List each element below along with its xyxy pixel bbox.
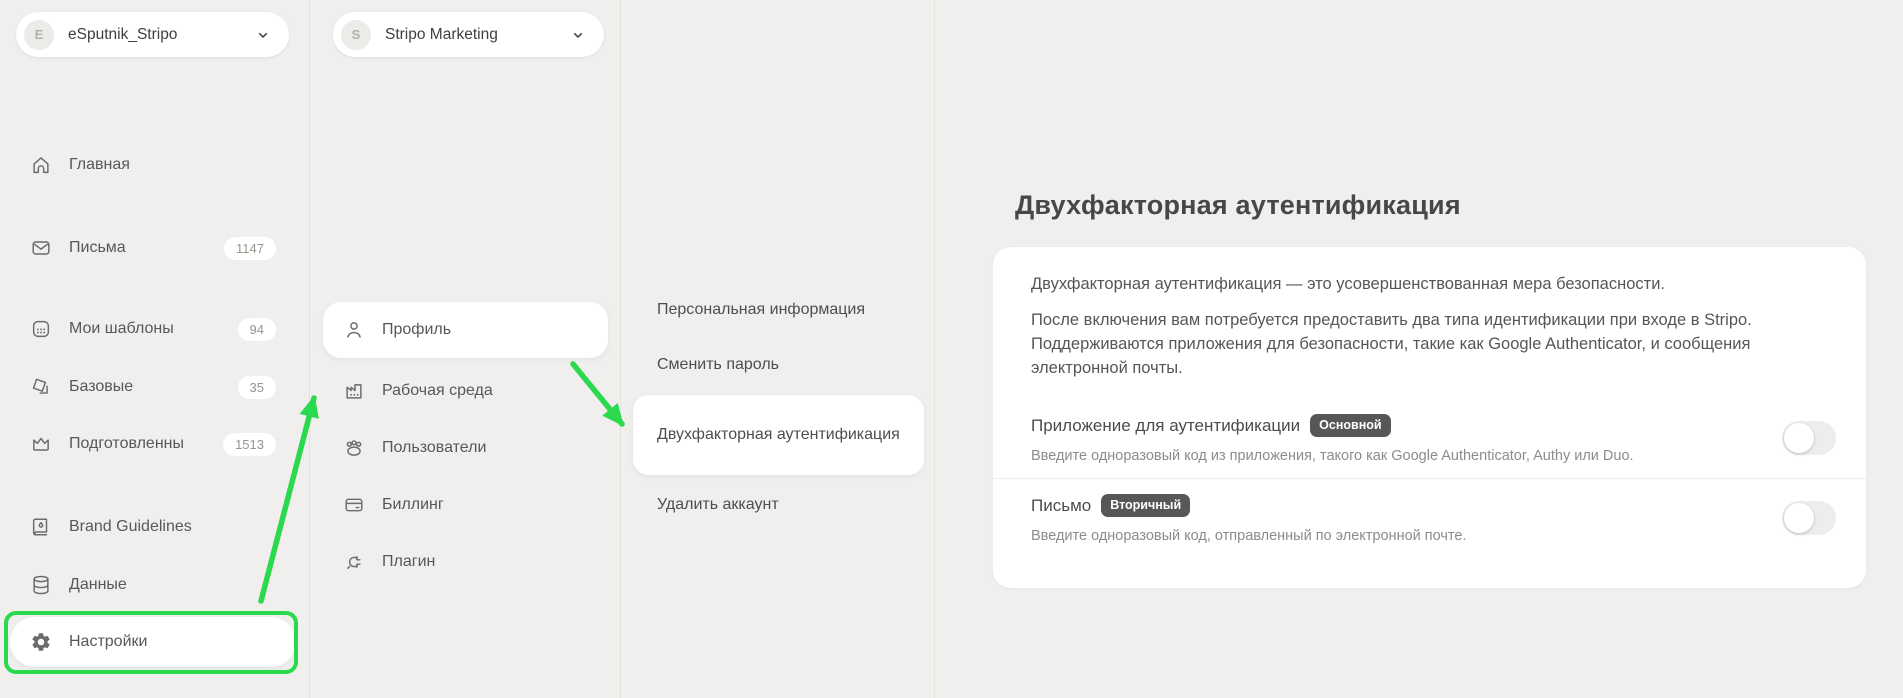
auth-app-option-text: Приложение для аутентификации Основной В… — [1031, 413, 1634, 464]
auth-app-option-title: Приложение для аутентификации — [1031, 415, 1301, 435]
sidebar-item-label: Главная — [69, 156, 130, 173]
workspace-icon — [343, 380, 365, 402]
sidebar-item-emails[interactable]: Письма 1147 — [10, 224, 296, 272]
sidebar-item-label: Данные — [69, 576, 127, 593]
toggle-knob — [1784, 423, 1814, 454]
main-content: Двухфакторная аутентификация Двухфакторн… — [935, 0, 1903, 698]
two-factor-card: Двухфакторная аутентификация — это усове… — [993, 247, 1866, 588]
two-factor-intro: Двухфакторная аутентификация — это усове… — [993, 247, 1866, 381]
settings-item-profile[interactable]: Профиль — [323, 302, 608, 358]
auth-app-toggle[interactable] — [1782, 421, 1836, 456]
plugin-icon — [343, 551, 365, 573]
profile-nav: Персональная информация Сменить пароль Д… — [633, 0, 924, 527]
user-icon — [343, 319, 365, 341]
intro-paragraph-1: Двухфакторная аутентификация — это усове… — [1031, 275, 1665, 293]
profile-item-change-password[interactable]: Сменить пароль — [633, 343, 924, 387]
billing-card-icon — [343, 494, 365, 516]
profile-item-two-factor[interactable]: Двухфакторная аутентификация — [633, 395, 924, 475]
settings-item-label: Профиль — [382, 321, 452, 338]
count-badge: 1147 — [224, 236, 276, 260]
profile-item-label: Персональная информация — [657, 301, 866, 318]
count-badge: 94 — [237, 317, 276, 341]
sidebar-item-label: Настройки — [69, 633, 148, 650]
profile-item-personal-info[interactable]: Персональная информация — [633, 288, 924, 332]
primary-role-badge: Основной — [1310, 414, 1391, 438]
sidebar-item-label: Мои шаблоны — [69, 320, 174, 337]
sidebar-item-label: Базовые — [69, 378, 134, 395]
email-option-title: Письмо — [1031, 495, 1092, 515]
sidebar-item-settings[interactable]: Настройки — [10, 617, 296, 667]
settings-item-workspace[interactable]: Рабочая среда — [323, 367, 608, 415]
settings-item-plugin[interactable]: Плагин — [323, 538, 608, 586]
email-option-text: Письмо Вторичный Введите одноразовый код… — [1031, 493, 1467, 544]
account-sidebar: E eSputnik_Stripo Главная Письма 1147 Мо… — [0, 0, 310, 698]
sidebar-item-home[interactable]: Главная — [10, 141, 296, 189]
profile-item-label: Сменить пароль — [657, 356, 780, 373]
settings-item-label: Рабочая среда — [382, 382, 493, 399]
settings-item-label: Плагин — [382, 553, 436, 570]
main-nav: Главная Письма 1147 Мои шаблоны 94 Базов… — [10, 0, 296, 667]
email-toggle[interactable] — [1782, 501, 1836, 536]
page-title: Двухфакторная аутентификация — [1015, 190, 1461, 220]
count-badge: 1513 — [223, 432, 276, 456]
crown-icon — [30, 433, 52, 455]
profile-item-delete-account[interactable]: Удалить аккаунт — [633, 483, 924, 527]
sidebar-item-label: Brand Guidelines — [69, 518, 192, 535]
settings-item-billing[interactable]: Биллинг — [323, 481, 608, 529]
home-icon — [30, 154, 52, 176]
sidebar-item-label: Подготовленны — [69, 435, 184, 452]
settings-item-users[interactable]: Пользователи — [323, 424, 608, 472]
gear-icon — [30, 631, 52, 653]
basic-templates-icon — [30, 376, 52, 398]
sidebar-item-brand-guidelines[interactable]: Brand Guidelines — [10, 503, 296, 551]
profile-item-label: Двухфакторная аутентификация — [657, 425, 900, 443]
mail-icon — [30, 237, 52, 259]
secondary-role-badge: Вторичный — [1101, 494, 1191, 518]
sidebar-item-prepared[interactable]: Подготовленны 1513 — [10, 420, 296, 468]
sidebar-item-data[interactable]: Данные — [10, 561, 296, 609]
brand-book-icon — [30, 516, 52, 538]
toggle-knob — [1784, 503, 1814, 534]
settings-item-label: Пользователи — [382, 439, 487, 456]
settings-sidebar: S Stripo Marketing Профиль Рабочая среда… — [310, 0, 621, 698]
database-icon — [30, 574, 52, 596]
templates-icon — [30, 318, 52, 340]
email-option-description: Введите одноразовый код, отправленный по… — [1031, 527, 1467, 544]
settings-nav: Профиль Рабочая среда Пользователи Билли… — [323, 0, 608, 586]
sidebar-item-my-templates[interactable]: Мои шаблоны 94 — [10, 305, 296, 353]
count-badge: 35 — [237, 375, 276, 399]
email-option-row: Письмо Вторичный Введите одноразовый код… — [993, 479, 1866, 558]
auth-app-option-row: Приложение для аутентификации Основной В… — [993, 399, 1866, 478]
sidebar-item-basic[interactable]: Базовые 35 — [10, 363, 296, 411]
profile-sidebar: Персональная информация Сменить пароль Д… — [621, 0, 935, 698]
sidebar-item-label: Письма — [69, 239, 126, 256]
auth-app-option-description: Введите одноразовый код из приложения, т… — [1031, 447, 1634, 464]
intro-paragraph-2: После включения вам потребуется предоста… — [1031, 310, 1752, 377]
settings-item-label: Биллинг — [382, 496, 444, 513]
profile-item-label: Удалить аккаунт — [657, 496, 779, 513]
users-icon — [343, 437, 365, 459]
